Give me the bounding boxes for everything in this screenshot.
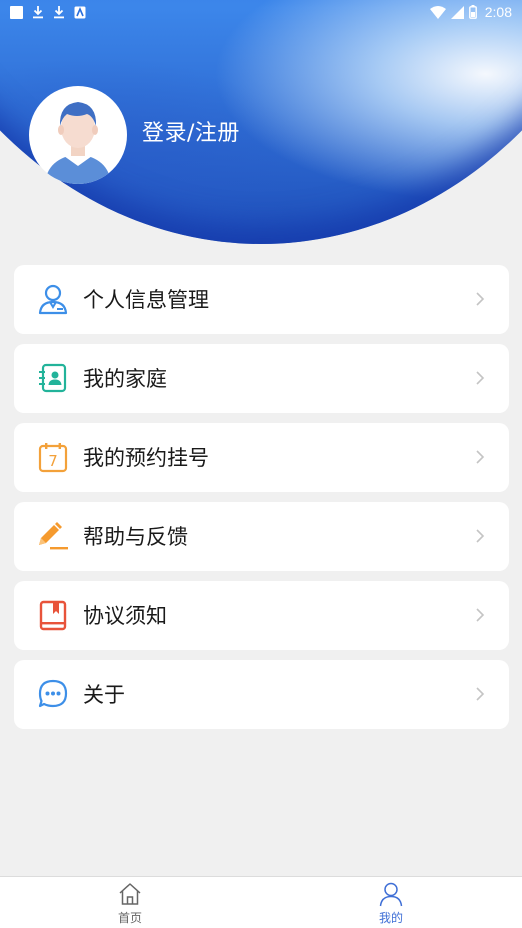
menu-item-label: 协议须知 (83, 604, 167, 628)
tab-mine-label: 我的 (378, 911, 403, 925)
menu-item-about[interactable]: 关于 (14, 660, 509, 729)
status-bar: 2:08 (0, 0, 522, 24)
home-icon (119, 883, 141, 905)
download-icon (33, 6, 43, 19)
tab-mine[interactable]: 我的 (351, 877, 431, 928)
notification-square-icon (10, 5, 23, 19)
chevron-right-icon (476, 529, 485, 543)
signal-icon (450, 5, 464, 19)
menu-item-label: 个人信息管理 (83, 288, 209, 312)
chevron-right-icon (476, 450, 485, 464)
menu-item-label: 帮助与反馈 (83, 525, 188, 549)
download-icon (54, 6, 64, 19)
default-avatar-icon (45, 102, 111, 184)
menu-item-help-feedback[interactable]: 帮助与反馈 (14, 502, 509, 571)
chevron-right-icon (476, 608, 485, 622)
chat-bubble-icon (36, 677, 70, 711)
login-register-link[interactable]: 登录/注册 (142, 115, 240, 147)
menu-item-label: 我的家庭 (83, 367, 167, 391)
app-notification-icon (74, 6, 86, 18)
profile-icon (379, 882, 403, 907)
status-time: 2:08 (484, 4, 512, 20)
pencil-icon (36, 519, 70, 553)
calendar-day-number: 7 (48, 452, 58, 470)
menu-item-label: 我的预约挂号 (83, 446, 209, 470)
menu-item-personal-info[interactable]: 个人信息管理 (14, 265, 509, 334)
bottom-nav: 首页 我的 (0, 876, 522, 928)
chevron-right-icon (476, 687, 485, 701)
person-icon (36, 282, 70, 316)
book-icon (36, 598, 70, 632)
tab-home-label: 首页 (117, 911, 142, 925)
avatar[interactable] (29, 86, 127, 184)
menu-item-appointments[interactable]: 7 我的预约挂号 (14, 423, 509, 492)
wifi-icon (429, 5, 446, 19)
contact-card-icon (36, 361, 70, 395)
chevron-right-icon (476, 292, 485, 306)
menu-item-agreement[interactable]: 协议须知 (14, 581, 509, 650)
calendar-icon: 7 (36, 440, 70, 474)
menu-item-my-family[interactable]: 我的家庭 (14, 344, 509, 413)
menu-item-label: 关于 (83, 683, 125, 707)
battery-icon (468, 5, 477, 19)
tab-home[interactable]: 首页 (90, 877, 170, 928)
chevron-right-icon (476, 371, 485, 385)
